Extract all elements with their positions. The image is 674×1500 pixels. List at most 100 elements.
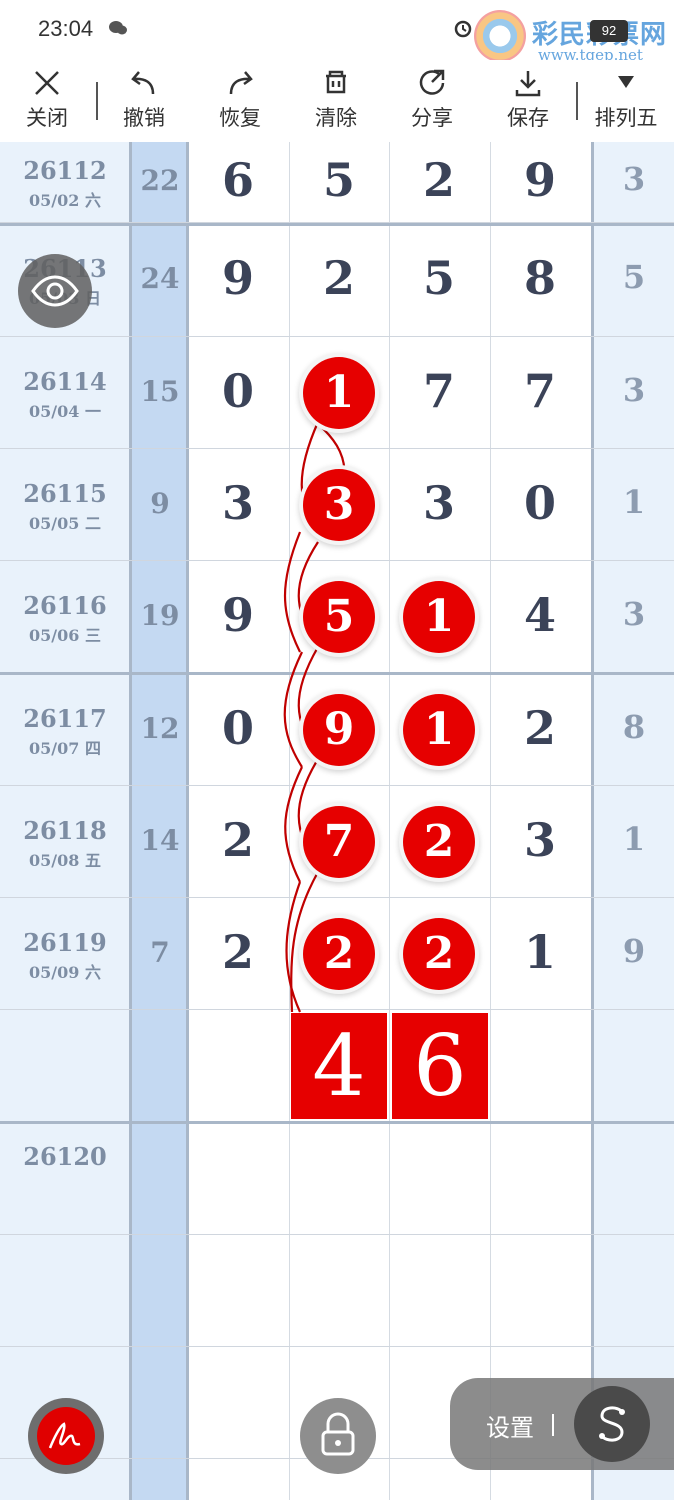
sum-value: 9 xyxy=(150,487,170,520)
issue-date: 05/06 三 xyxy=(29,626,101,645)
digit-cell[interactable]: 7 xyxy=(490,364,590,418)
toolbar-divider xyxy=(96,82,98,120)
share-button[interactable]: 分享 xyxy=(392,64,472,132)
clear-button[interactable]: 清除 xyxy=(296,64,376,132)
digit-cell[interactable]: 3 xyxy=(188,476,288,530)
issue-date: 05/02 六 xyxy=(29,191,101,210)
sum-value: 12 xyxy=(140,711,180,745)
lottery-type-dropdown[interactable]: 排列五 xyxy=(586,64,666,132)
lottery-type-label: 排列五 xyxy=(594,106,658,130)
digit-cell[interactable]: 6 xyxy=(188,153,288,207)
predicted-digit-3[interactable]: 6 xyxy=(392,1013,488,1119)
row-divider xyxy=(0,448,674,449)
row-divider xyxy=(0,1234,674,1235)
digit-cell[interactable]: 5 xyxy=(389,251,489,305)
battery-indicator: 92 xyxy=(590,20,628,42)
sum-value: 22 xyxy=(140,164,180,197)
issue-cell: 26114 05/04 一 xyxy=(0,367,130,422)
issue-date: 05/07 四 xyxy=(29,738,101,758)
save-label: 保存 xyxy=(507,106,549,130)
digit-cell[interactable]: 9 xyxy=(490,153,590,207)
next-issue: 26120 xyxy=(0,1142,130,1171)
digit-cell[interactable]: 1 xyxy=(490,925,590,979)
settings-button[interactable]: 设置 xyxy=(486,1408,534,1443)
fifth-digit-cell: 1 xyxy=(622,820,646,858)
digit-cell[interactable]: 2 xyxy=(188,925,288,979)
marked-digit-ball[interactable]: 2 xyxy=(403,918,475,990)
marked-digit-ball[interactable]: 2 xyxy=(303,918,375,990)
status-bar: 23:04 彩民彩票网 www.tqep.net 92 xyxy=(0,0,674,64)
issue-number: 26112 xyxy=(23,156,107,185)
row-divider xyxy=(0,672,674,675)
lock-button[interactable] xyxy=(300,1398,376,1474)
digit-cell[interactable]: 4 xyxy=(490,588,590,642)
marked-digit-ball[interactable]: 1 xyxy=(403,581,475,653)
digit-cell[interactable]: 0 xyxy=(188,364,288,418)
digit-cell[interactable]: 0 xyxy=(188,701,288,755)
eye-toggle-button[interactable] xyxy=(18,254,92,328)
sum-value: 19 xyxy=(140,599,180,632)
row-divider xyxy=(0,560,674,561)
toolbar: 关闭 撤销 恢复 清除 分享 保存 排列五 xyxy=(0,60,674,142)
digit-cell[interactable]: 9 xyxy=(188,251,288,305)
predicted-digit-2[interactable]: 4 xyxy=(291,1013,387,1119)
wechat-icon xyxy=(109,21,127,35)
redo-button[interactable]: 恢复 xyxy=(200,64,280,132)
digit-cell[interactable]: 7 xyxy=(389,364,489,418)
s-menu-icon xyxy=(599,1406,625,1442)
issue-cell: 26118 05/08 五 xyxy=(0,816,130,871)
sum-value: 24 xyxy=(140,261,180,295)
sum-column-bg xyxy=(130,142,188,1500)
marked-digit-ball[interactable]: 3 xyxy=(303,469,375,541)
fifth-digit-cell: 3 xyxy=(622,160,646,198)
row-divider xyxy=(0,897,674,898)
issue-number: 26115 xyxy=(23,479,107,508)
digit-cell[interactable]: 8 xyxy=(490,251,590,305)
marked-digit-ball[interactable]: 9 xyxy=(303,693,375,766)
digit-cell[interactable]: 0 xyxy=(490,476,590,530)
status-time: 23:04 xyxy=(38,16,94,41)
row-divider xyxy=(0,1009,674,1010)
fifth-digit-cell: 3 xyxy=(622,371,646,409)
share-icon xyxy=(419,69,445,95)
issue-cell: 26119 05/09 六 xyxy=(0,928,130,983)
close-icon xyxy=(35,71,59,95)
download-icon xyxy=(515,71,541,97)
lock-icon xyxy=(321,1412,355,1456)
digit-cell[interactable]: 9 xyxy=(188,588,288,642)
watermark-logo xyxy=(474,10,526,62)
sum-value: 14 xyxy=(140,824,180,857)
marked-digit-ball[interactable]: 2 xyxy=(403,806,475,878)
fifth-digit-cell: 5 xyxy=(622,257,646,296)
marked-digit-ball[interactable]: 1 xyxy=(403,693,475,766)
save-button[interactable]: 保存 xyxy=(488,64,568,132)
digit-cell[interactable]: 2 xyxy=(389,153,489,207)
digit-cell[interactable]: 3 xyxy=(389,476,489,530)
undo-icon xyxy=(131,71,155,95)
digit-cell[interactable]: 2 xyxy=(188,813,288,867)
marked-digit-ball[interactable]: 1 xyxy=(303,357,375,429)
grid-divider xyxy=(289,142,290,1500)
clear-label: 清除 xyxy=(315,106,357,130)
digit-cell[interactable]: 2 xyxy=(289,251,389,305)
marked-digit-ball[interactable]: 7 xyxy=(303,806,375,878)
marked-digit-ball[interactable]: 5 xyxy=(303,581,375,653)
row-divider xyxy=(0,1346,674,1347)
pen-tool-button[interactable] xyxy=(28,1398,104,1474)
issue-date: 05/08 五 xyxy=(29,851,101,870)
digit-cell[interactable]: 2 xyxy=(490,701,590,755)
digit-cell[interactable]: 3 xyxy=(490,813,590,867)
sum-value: 7 xyxy=(150,936,170,969)
issue-number: 26119 xyxy=(23,928,107,957)
digit-cell[interactable]: 5 xyxy=(289,153,389,207)
pen-scribble-icon xyxy=(48,1422,81,1449)
row-divider xyxy=(0,223,674,226)
trash-icon xyxy=(326,70,346,94)
settings-s-button[interactable] xyxy=(574,1386,650,1462)
close-button[interactable]: 关闭 xyxy=(7,64,87,132)
fifth-digit-cell: 8 xyxy=(622,707,646,746)
close-label: 关闭 xyxy=(26,106,68,130)
settings-panel[interactable]: 设置 xyxy=(450,1378,674,1470)
trend-chart-grid[interactable]: 2611205/02 六22652932611305/03 日249258526… xyxy=(0,142,674,1500)
undo-button[interactable]: 撤销 xyxy=(104,64,184,132)
